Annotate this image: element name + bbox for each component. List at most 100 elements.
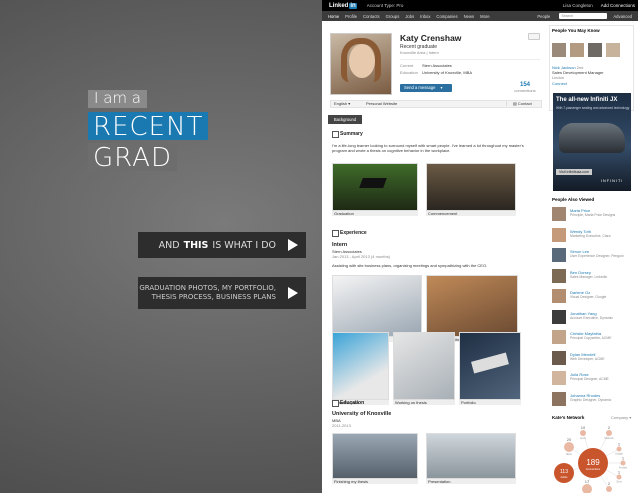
network-node-value: 113 <box>560 469 568 475</box>
media-commencement[interactable] <box>426 163 516 211</box>
avatar[interactable] <box>552 43 566 57</box>
network-node-value: 1 <box>622 456 625 461</box>
ad-banner[interactable]: The all-new Infiniti JX With 7-passenger… <box>553 93 631 191</box>
cta1-bold: THIS <box>183 239 209 251</box>
network-graph[interactable]: 189Connections10Acme2Starbuck20Nikon1Goo… <box>549 423 634 493</box>
media-graduation[interactable] <box>332 163 418 211</box>
advanced-search-link[interactable]: Advanced <box>613 14 632 19</box>
nav-contacts[interactable]: Contacts <box>363 14 380 19</box>
ad-link[interactable]: Visit Infinitiusa.com <box>556 169 592 175</box>
network-node-label: Zeus <box>616 481 622 484</box>
iam-label: I am a <box>88 90 147 108</box>
avatar[interactable] <box>552 227 566 242</box>
network-node[interactable] <box>564 442 574 452</box>
search-scope[interactable]: People <box>537 14 550 19</box>
search-input[interactable]: Search <box>559 13 608 19</box>
education-value: University of Knoxville, MBA <box>422 70 473 75</box>
media-caption: Portfolio <box>459 400 521 405</box>
avatar[interactable] <box>552 248 566 262</box>
network-node-label: Nikon <box>566 453 573 456</box>
avatar[interactable] <box>570 43 584 57</box>
media-finishing-thesis[interactable] <box>332 433 418 479</box>
avatar[interactable] <box>552 289 566 303</box>
media-caption: Working on thesis <box>393 400 455 405</box>
network-node[interactable] <box>606 430 612 436</box>
nav-jobs[interactable]: Jobs <box>405 14 414 19</box>
ad-title: The all-new Infiniti JX <box>556 97 618 103</box>
also-viewed-item[interactable]: Julia Rose Principal Designer, ACME <box>552 370 632 391</box>
media-caption: Presentation <box>426 479 516 484</box>
also-viewed-item[interactable]: Darlene Oz Visual Designer, Google <box>552 288 632 309</box>
also-viewed-list: Marla Price Principle, Marla Price Design… <box>552 206 632 411</box>
connect-button[interactable]: Connect <box>552 81 567 86</box>
profile-location: Knoxville Area | Intern <box>400 50 439 55</box>
media-presenting[interactable] <box>426 275 518 337</box>
avatar[interactable] <box>552 371 566 385</box>
network-node-label: Starbuck <box>604 437 614 440</box>
profile-photo[interactable] <box>330 33 392 95</box>
nav-inbox[interactable]: Inbox <box>420 14 430 19</box>
media-portfolio[interactable] <box>459 332 521 400</box>
also-viewed-item[interactable]: Dylan Mendell Web Developer, ACME <box>552 350 632 371</box>
also-viewed-item[interactable]: Wendy Toth Marketing Executive, Clara <box>552 227 632 248</box>
add-connections-link[interactable]: Add Connections <box>601 3 635 8</box>
summary-title: Summary <box>340 131 363 137</box>
ad-sub: With 7-passenger seating and advanced te… <box>556 106 630 110</box>
cta1-pre: AND <box>158 239 180 251</box>
also-viewed-item[interactable]: Ben Dorsey Sales Manager, LinkedIn <box>552 268 632 289</box>
cta2-line2: THESIS PROCESS, BUSINESS PLANS <box>151 293 276 301</box>
network-node[interactable] <box>616 446 622 452</box>
network-node[interactable] <box>620 460 626 466</box>
nav-news[interactable]: News <box>464 14 474 19</box>
language-value: English <box>334 101 348 106</box>
send-message-button[interactable]: Send a message ▾ <box>400 84 452 92</box>
media-thesis[interactable] <box>332 275 422 337</box>
also-viewed-item[interactable]: Marla Price Principle, Marla Price Design… <box>552 206 632 227</box>
also-viewed-item[interactable]: Johanna Rhodes Graphic Designer, Dynamic <box>552 391 632 412</box>
what-i-do-button[interactable]: AND THIS IS WHAT I DO <box>138 232 306 258</box>
portfolio-button[interactable]: GRADUATION PHOTOS, MY PORTFOLIO, THESIS … <box>138 277 306 309</box>
network-node[interactable] <box>582 484 592 493</box>
tab-background[interactable]: Background <box>328 115 362 124</box>
contact-label: Contact <box>517 101 532 106</box>
avatar[interactable] <box>588 43 602 57</box>
language-select[interactable]: English ▾ <box>334 101 350 106</box>
nav-companies[interactable]: Companies <box>436 14 457 19</box>
avatar[interactable] <box>552 350 566 365</box>
network-filter[interactable]: Company ▾ <box>611 415 631 420</box>
avatar[interactable] <box>552 391 566 406</box>
media-business-plan[interactable] <box>332 332 389 400</box>
pymk-title: People You May Know <box>552 28 600 33</box>
avatar[interactable] <box>606 43 620 57</box>
also-viewed-item[interactable]: Christie Mayfatha Principal Copywriter, A… <box>552 329 632 350</box>
website-link[interactable]: Personal Website <box>366 101 397 106</box>
nav-profile[interactable]: Profile <box>345 14 357 19</box>
linkedin-window: Linked in Account Type: Pro Lisa Congleto… <box>322 0 638 493</box>
also-viewed-item[interactable]: Simon Lee User Experience Designer, Pengu… <box>552 247 632 268</box>
nav-more[interactable]: More <box>480 14 490 19</box>
also-viewed-item[interactable]: Jonathan Yang Account Executive, Dynamic <box>552 309 632 330</box>
play-arrow-icon <box>288 239 298 251</box>
nav-groups[interactable]: Groups <box>386 14 400 19</box>
logo-in: in <box>349 2 357 9</box>
network-node[interactable] <box>616 474 622 480</box>
network-node-value: 20 <box>567 437 572 442</box>
pymk-avatars <box>552 37 632 63</box>
media-working-thesis[interactable] <box>393 332 455 400</box>
network-node[interactable] <box>606 486 612 492</box>
avatar[interactable] <box>552 309 566 324</box>
avatar[interactable] <box>552 330 566 344</box>
nav-home[interactable]: Home <box>328 14 339 19</box>
media-presentation[interactable] <box>426 433 516 479</box>
cta1-post: IS WHAT I DO <box>212 239 276 251</box>
avatar[interactable] <box>552 268 566 283</box>
linkedin-logo[interactable]: Linked in <box>329 2 357 9</box>
account-type[interactable]: Account Type: Pro <box>367 3 404 8</box>
contact-button[interactable]: ▤ Contact <box>506 101 532 106</box>
ad-brand: INFINITI <box>601 179 624 183</box>
network-node[interactable] <box>580 430 586 436</box>
user-menu[interactable]: Lisa Congleton <box>563 3 593 8</box>
avatar[interactable] <box>552 207 566 221</box>
current-label: Current <box>400 63 414 68</box>
badge-icon[interactable] <box>528 33 540 40</box>
